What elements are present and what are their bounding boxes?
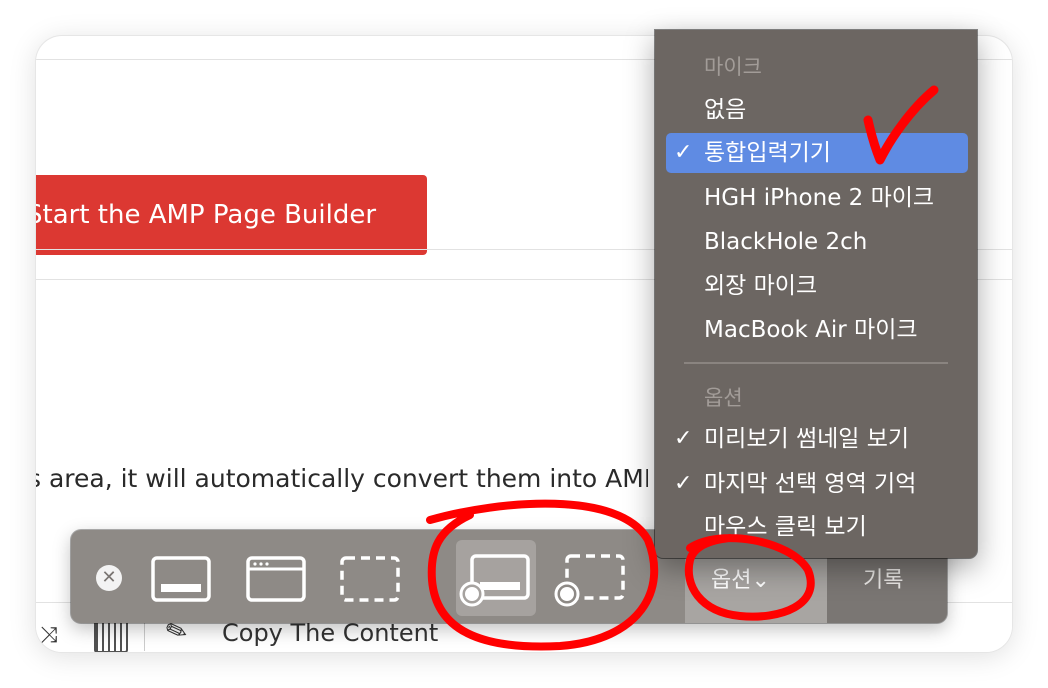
menu-separator xyxy=(684,362,948,364)
checkmark-icon: ✓ xyxy=(674,471,693,496)
checkmark-icon: ✓ xyxy=(674,140,693,165)
menu-item-mic-integrated[interactable]: ✓ 통합입력기기 xyxy=(666,133,968,173)
menu-item-remember-selection[interactable]: ✓ 마지막 선택 영역 기억 xyxy=(666,464,968,504)
options-header: 옵션 xyxy=(704,386,743,410)
record-label: 기록 xyxy=(863,568,904,593)
divider xyxy=(144,621,145,651)
menu-item-mic-iphone[interactable]: HGH iPhone 2 마이크 xyxy=(666,178,968,218)
share-icon[interactable]: ⤨ xyxy=(40,623,58,648)
menu-item-show-thumbnail[interactable]: ✓ 미리보기 썸네일 보기 xyxy=(666,419,968,459)
capture-selection-icon xyxy=(340,556,400,602)
menu-item-mic-macbook[interactable]: MacBook Air 마이크 xyxy=(666,310,968,350)
record-selection-icon xyxy=(554,554,625,607)
capture-screen-icon xyxy=(151,556,211,602)
menu-item-mic-none[interactable]: 없음 xyxy=(666,90,968,130)
start-amp-builder-button[interactable]: Start the AMP Page Builder xyxy=(36,175,427,255)
keyboard-icon[interactable] xyxy=(94,619,128,652)
options-label: 옵션⌄ xyxy=(711,568,770,593)
menu-item-show-mouse-clicks[interactable]: 마우스 클릭 보기 xyxy=(666,507,968,547)
page-paragraph: s area, it will automatically convert th… xyxy=(36,464,648,493)
record-screen-icon xyxy=(459,554,530,607)
record-selection-button[interactable] xyxy=(551,540,631,616)
capture-selection-button[interactable] xyxy=(330,540,410,616)
microphone-header: 마이크 xyxy=(704,55,762,79)
capture-window-button[interactable] xyxy=(236,540,316,616)
menu-item-mic-blackhole[interactable]: BlackHole 2ch xyxy=(666,222,968,262)
capture-screen-button[interactable] xyxy=(141,540,221,616)
close-icon[interactable]: ✕ xyxy=(96,565,122,591)
checkmark-icon: ✓ xyxy=(674,426,693,451)
record-screen-button[interactable] xyxy=(456,540,536,616)
copy-content-button[interactable]: Copy The Content xyxy=(222,619,438,647)
menu-item-mic-external[interactable]: 외장 마이크 xyxy=(666,266,968,306)
options-menu: 마이크 없음 ✓ 통합입력기기 HGH iPhone 2 마이크 BlackHo… xyxy=(655,30,977,558)
capture-window-icon xyxy=(246,556,306,602)
